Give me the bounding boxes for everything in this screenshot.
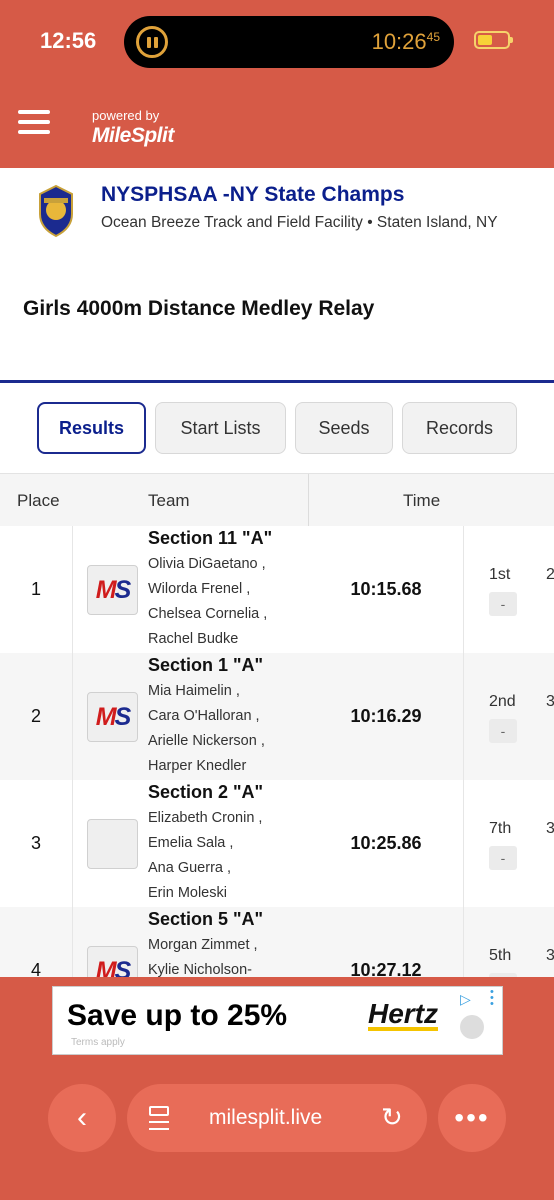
row-place: 1 [30, 579, 41, 599]
ad-brand-logo[interactable]: Hertz [368, 1000, 439, 1031]
reader-mode-icon[interactable] [149, 1106, 169, 1130]
activity-clock-seconds: 45 [426, 30, 440, 44]
row-heat-rank: 2nd [489, 693, 516, 710]
back-button[interactable]: ‹ [48, 1084, 116, 1152]
row-time: 10:16.29 [350, 706, 422, 726]
row-time: 10:15.68 [350, 579, 422, 599]
row-team[interactable]: Section 5 "A" [148, 909, 263, 930]
row-heat-rank: 7th [489, 820, 512, 837]
divider [0, 380, 554, 383]
row-athlete[interactable]: Rachel Budke [148, 631, 238, 647]
row-place: 3 [30, 833, 41, 853]
powered-by-text: powered by [92, 108, 160, 123]
row-team[interactable]: Section 1 "A" [148, 655, 263, 676]
row-athlete[interactable]: Harper Knedler [148, 758, 246, 774]
row-athlete[interactable]: Mia Haimelin , [148, 683, 240, 699]
activity-clock-main: 10:26 [371, 29, 427, 54]
row-heat-rank: 5th [489, 947, 512, 964]
row-place: 4 [30, 960, 41, 977]
row-time: 10:27.12 [350, 960, 422, 977]
team-logo: MS [87, 565, 138, 615]
status-time: 12:56 [40, 28, 97, 53]
row-athlete[interactable]: Erin Moleski [148, 885, 227, 901]
column-header-team[interactable]: Team [148, 491, 190, 511]
column-header-place[interactable]: Place [17, 491, 60, 511]
row-extra: 3 [546, 693, 554, 710]
row-athlete[interactable]: Olivia DiGaetano , [148, 556, 266, 572]
ad-banner[interactable]: Save up to 25% Hertz Terms apply ▷ • • • [52, 986, 503, 1055]
activity-clock: 10:2645 [372, 29, 440, 55]
row-athlete[interactable]: Arielle Nickerson , [148, 733, 265, 749]
row-team[interactable]: Section 11 "A" [148, 528, 272, 549]
more-dots-icon: ••• [454, 1102, 490, 1133]
address-bar[interactable]: milesplit.live ↻ [127, 1084, 427, 1152]
row-extra: 3 [546, 820, 554, 837]
milesplit-logo[interactable]: MileSplit [92, 124, 174, 148]
results-table-body: 1 MS Section 11 "A" Olivia DiGaetano , W… [0, 526, 554, 977]
table-row[interactable]: 4 MS Section 5 "A" Morgan Zimmet , Kylie… [0, 907, 554, 977]
row-athlete[interactable]: Morgan Zimmet , [148, 937, 258, 953]
row-badge: - [489, 592, 517, 616]
battery-icon [474, 31, 513, 49]
pause-timer-icon [136, 26, 168, 58]
team-logo: MS [87, 692, 138, 742]
table-row[interactable]: 2 MS Section 1 "A" Mia Haimelin , Cara O… [0, 653, 554, 780]
row-place: 2 [30, 706, 41, 726]
url-text[interactable]: milesplit.live [209, 1106, 322, 1130]
hamburger-menu-icon[interactable] [18, 110, 50, 134]
ad-more-icon[interactable]: • • • [490, 987, 496, 1010]
tab-records[interactable]: Records [402, 402, 517, 454]
row-athlete[interactable]: Elizabeth Cronin , [148, 810, 262, 826]
row-athlete[interactable]: Emelia Sala , [148, 835, 233, 851]
browser-bottom-bar: Save up to 25% Hertz Terms apply ▷ • • • ‹… [0, 977, 554, 1200]
tab-results[interactable]: Results [37, 402, 146, 454]
row-badge: - [489, 846, 517, 870]
team-logo-placeholder [87, 819, 138, 869]
row-athlete[interactable]: Kylie Nicholson- [148, 962, 252, 977]
ad-terms: Terms apply [71, 1037, 125, 1048]
championship-badge-icon [39, 184, 73, 238]
ad-wheel-icon [460, 1015, 484, 1039]
table-row[interactable]: 1 MS Section 11 "A" Olivia DiGaetano , W… [0, 526, 554, 653]
column-header-time[interactable]: Time [403, 491, 440, 511]
ad-headline[interactable]: Save up to 25% [67, 999, 287, 1033]
row-extra: 2 [546, 566, 554, 583]
more-options-button[interactable]: ••• [438, 1084, 506, 1152]
tab-seeds[interactable]: Seeds [295, 402, 393, 454]
row-athlete[interactable]: Ana Guerra , [148, 860, 231, 876]
row-team[interactable]: Section 2 "A" [148, 782, 263, 803]
dynamic-island[interactable]: 10:2645 [124, 16, 454, 68]
event-title: Girls 4000m Distance Medley Relay [23, 297, 375, 320]
table-row[interactable]: 3 Section 2 "A" Elizabeth Cronin , Emeli… [0, 780, 554, 907]
row-heat-rank: 1st [489, 566, 511, 583]
results-table-header: Place Team Time [0, 473, 554, 527]
meet-title[interactable]: NYSPHSAA -NY State Champs [101, 183, 404, 207]
adchoices-icon[interactable]: ▷ [460, 991, 471, 1008]
meet-venue: Ocean Breeze Track and Field Facility • … [101, 214, 498, 231]
app-header: 12:56 10:2645 powered by MileSplit [0, 0, 554, 168]
row-athlete[interactable]: Chelsea Cornelia , [148, 606, 267, 622]
row-extra: 3 [546, 947, 554, 964]
row-time: 10:25.86 [350, 833, 422, 853]
tab-start-lists[interactable]: Start Lists [155, 402, 286, 454]
row-athlete[interactable]: Cara O'Halloran , [148, 708, 260, 724]
reload-icon[interactable]: ↻ [381, 1102, 403, 1133]
team-logo: MS [87, 946, 138, 977]
row-badge: - [489, 719, 517, 743]
chevron-left-icon: ‹ [77, 1101, 87, 1134]
row-athlete[interactable]: Wilorda Frenel , [148, 581, 250, 597]
